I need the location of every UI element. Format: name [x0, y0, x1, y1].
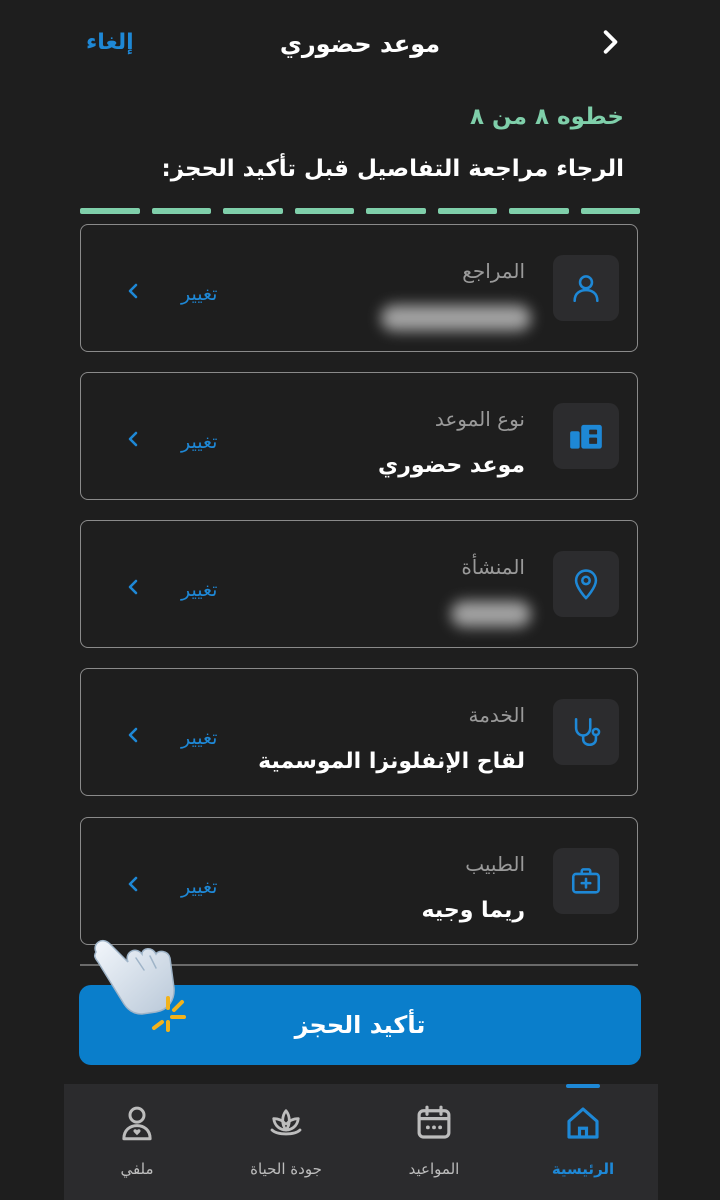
progress-segment — [509, 208, 569, 214]
medical-kit-icon — [571, 868, 601, 894]
progress-segment — [80, 208, 140, 214]
card-icon-box — [553, 255, 619, 321]
progress-segment — [580, 208, 640, 214]
change-button[interactable]: تغيير — [181, 431, 217, 453]
nav-home[interactable]: الرئيسية — [518, 1098, 648, 1188]
nav-label: الرئيسية — [551, 1160, 615, 1178]
card-label: المراجع — [462, 259, 525, 283]
card-label: نوع الموعد — [434, 407, 525, 431]
progress-bar — [80, 208, 640, 214]
lotus-icon — [270, 1109, 302, 1136]
change-button[interactable]: تغيير — [181, 579, 217, 601]
progress-segment — [437, 208, 497, 214]
card-icon-box — [553, 699, 619, 765]
card-icon-box — [553, 551, 619, 617]
card-label: الخدمة — [468, 703, 526, 727]
card-label: الطبيب — [465, 852, 525, 876]
step-indicator: خطوه ٨ من ٨ — [469, 104, 624, 130]
nav-label: ملفي — [120, 1160, 154, 1178]
change-button[interactable]: تغيير — [181, 727, 217, 749]
location-pin-icon — [574, 569, 598, 600]
blurred-value — [381, 305, 531, 331]
cancel-button[interactable]: إلغاء — [86, 30, 134, 55]
progress-segment — [366, 208, 426, 214]
stethoscope-icon — [574, 717, 601, 747]
chevron-left-icon[interactable] — [121, 575, 145, 599]
calendar-icon — [417, 1105, 451, 1139]
chevron-left-icon[interactable] — [121, 872, 145, 896]
profile-icon — [122, 1106, 152, 1141]
card-label: المنشأة — [461, 555, 525, 579]
card-icon-box — [553, 848, 619, 914]
bottom-navigation: الرئيسية المواعيد جودة الحياة ملفي — [64, 1084, 658, 1200]
appointment-type-icon — [570, 424, 602, 449]
blurred-value — [451, 601, 531, 627]
card-appointment-type[interactable]: نوع الموعد موعد حضوري تغيير — [80, 372, 638, 500]
card-service[interactable]: الخدمة لقاح الإنفلونزا الموسمية تغيير — [80, 668, 638, 796]
header: موعد حضوري إلغاء — [0, 0, 720, 90]
home-icon — [567, 1107, 599, 1139]
instruction-text: الرجاء مراجعة التفاصيل قبل تأكيد الحجز: — [161, 156, 625, 182]
card-facility[interactable]: المنشأة تغيير — [80, 520, 638, 648]
card-value: موعد حضوري — [378, 453, 525, 478]
nav-label: المواعيد — [408, 1160, 460, 1178]
chevron-left-icon[interactable] — [121, 723, 145, 747]
nav-quality-of-life[interactable]: جودة الحياة — [221, 1098, 351, 1188]
card-value: لقاح الإنفلونزا الموسمية — [258, 749, 525, 774]
progress-segment — [151, 208, 211, 214]
progress-segment — [223, 208, 283, 214]
card-value: ريما وجيه — [421, 898, 525, 923]
change-button[interactable]: تغيير — [181, 876, 217, 898]
change-button[interactable]: تغيير — [181, 283, 217, 305]
nav-appointments[interactable]: المواعيد — [369, 1098, 499, 1188]
progress-segment — [294, 208, 354, 214]
card-patient[interactable]: المراجع تغيير — [80, 224, 638, 352]
nav-my-profile[interactable]: ملفي — [72, 1098, 202, 1188]
person-icon — [573, 275, 599, 303]
card-icon-box — [553, 403, 619, 469]
tap-hand-icon — [93, 940, 186, 1032]
chevron-left-icon[interactable] — [121, 427, 145, 451]
chevron-left-icon[interactable] — [121, 279, 145, 303]
nav-label: جودة الحياة — [250, 1160, 322, 1178]
active-tab-indicator — [566, 1084, 600, 1088]
